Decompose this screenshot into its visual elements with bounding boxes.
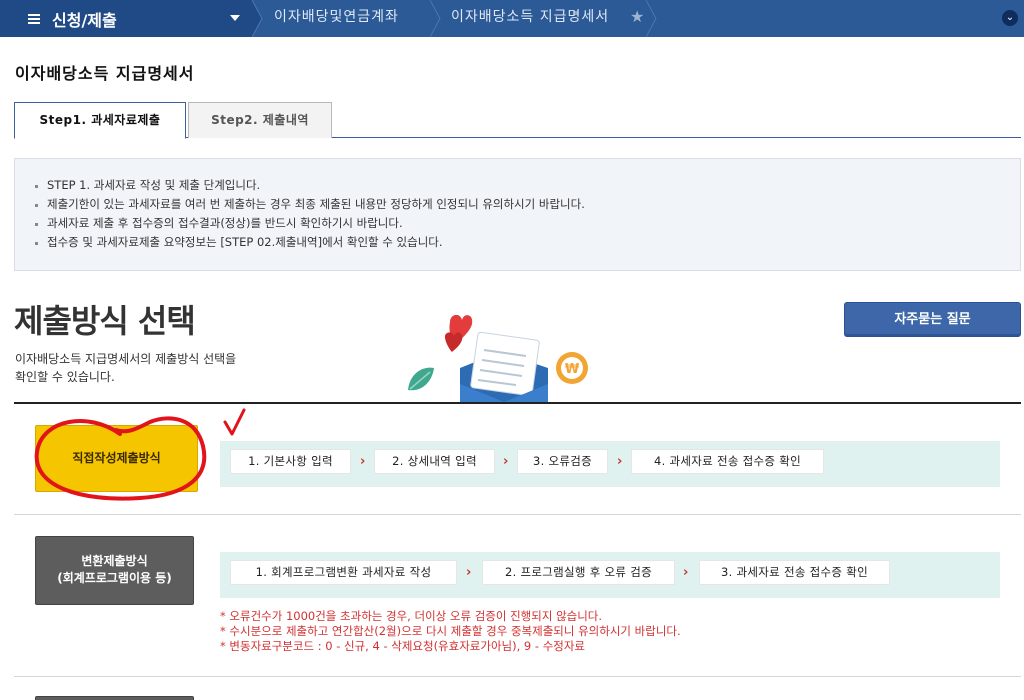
row-divider (14, 676, 1021, 677)
chevron-right-icon: › (617, 454, 623, 469)
convert-steps-band: 1. 회계프로그램변환 과세자료 작성 › 2. 프로그램실행 후 오류 검증 … (220, 552, 1000, 598)
direct-submit-button[interactable]: 직접작성제출방식 (35, 425, 198, 492)
third-method-button[interactable] (35, 696, 194, 700)
page-title: 이자배당소득 지급명세서 (15, 64, 195, 83)
breadcrumb-separator (430, 0, 444, 37)
info-box: STEP 1. 과세자료 작성 및 제출 단계입니다. 제출기한이 있는 과세자… (14, 158, 1021, 271)
row-divider (14, 514, 1021, 515)
convert-submit-button[interactable]: 변환제출방식 (회계프로그램이용 등) (35, 536, 194, 605)
direct-step-2: 2. 상세내역 입력 (374, 449, 495, 474)
section-divider (14, 402, 1021, 404)
breadcrumb-separator (646, 0, 660, 37)
note-line: * 오류건수가 1000건을 초과하는 경우, 더이상 오류 검증이 진행되지 … (220, 609, 603, 623)
convert-step-2: 2. 프로그램실행 후 오류 검증 (482, 560, 675, 585)
section-description-line: 이자배당소득 지급명세서의 제출방식 선택을 (15, 352, 237, 366)
chevron-right-icon: › (466, 565, 472, 580)
direct-steps-band: 1. 기본사항 입력 › 2. 상세내역 입력 › 3. 오류검증 › 4. 과… (220, 441, 1000, 487)
convert-label-line1: 변환제출방식 (81, 554, 148, 568)
info-item: STEP 1. 과세자료 작성 및 제출 단계입니다. (35, 176, 1020, 195)
top-nav-bar: 신청/제출 이자배당및연금계좌 이자배당소득 지급명세서 ★ ⌄ (0, 0, 1024, 37)
chevron-down-icon[interactable]: ⌄ (1002, 10, 1018, 26)
convert-step-1: 1. 회계프로그램변환 과세자료 작성 (230, 560, 457, 585)
step-tabs: Step1. 과세자료제출 Step2. 제출내역 (14, 102, 1021, 139)
chevron-right-icon: › (503, 454, 509, 469)
note-line: * 변동자료구분코드 : 0 - 신규, 4 - 삭제요청(유효자료가아님), … (220, 639, 586, 653)
chevron-right-icon: › (360, 454, 366, 469)
section-title: 제출방식 선택 (14, 302, 196, 340)
star-icon[interactable]: ★ (630, 7, 644, 26)
breadcrumb-item-1[interactable]: 이자배당및연금계좌 (274, 0, 399, 37)
convert-notes: * 오류건수가 1000건을 초과하는 경우, 더이상 오류 검증이 진행되지 … (220, 609, 681, 654)
direct-step-3: 3. 오류검증 (517, 449, 608, 474)
menu-title: 신청/제출 (52, 10, 117, 30)
direct-step-1: 1. 기본사항 입력 (230, 449, 351, 474)
convert-step-3: 3. 과세자료 전송 접수증 확인 (699, 560, 890, 585)
convert-label-line2: (회계프로그램이용 등) (57, 571, 172, 585)
caret-down-icon (230, 15, 240, 21)
breadcrumb-item-2[interactable]: 이자배당소득 지급명세서 (451, 0, 609, 37)
chevron-right-icon: › (683, 565, 689, 580)
info-item: 과세자료 제출 후 접수증의 접수결과(정상)를 반드시 확인하기시 바랍니다. (35, 214, 1020, 233)
note-line: * 수시분으로 제출하고 연간합산(2월)으로 다시 제출할 경우 중복제출되니… (220, 624, 681, 638)
section-description-line: 확인할 수 있습니다. (15, 370, 115, 384)
section-description: 이자배당소득 지급명세서의 제출방식 선택을 확인할 수 있습니다. (15, 350, 285, 386)
tab-step1[interactable]: Step1. 과세자료제출 (14, 102, 186, 139)
info-item: 제출기한이 있는 과세자료를 여러 번 제출하는 경우 최종 제출된 내용만 정… (35, 195, 1020, 214)
menu-toggle-button[interactable]: 신청/제출 (0, 0, 252, 37)
faq-button[interactable]: 자주묻는 질문 (844, 302, 1021, 337)
envelope-illustration: ₩ (408, 314, 588, 402)
direct-step-4: 4. 과세자료 전송 접수증 확인 (631, 449, 824, 474)
tab-step2[interactable]: Step2. 제출내역 (188, 102, 332, 138)
hamburger-icon (28, 12, 40, 26)
info-item: 접수증 및 과세자료제출 요약정보는 [STEP 02.제출내역]에서 확인할 … (35, 233, 1020, 252)
svg-text:₩: ₩ (565, 362, 580, 377)
breadcrumb-separator (252, 0, 266, 37)
